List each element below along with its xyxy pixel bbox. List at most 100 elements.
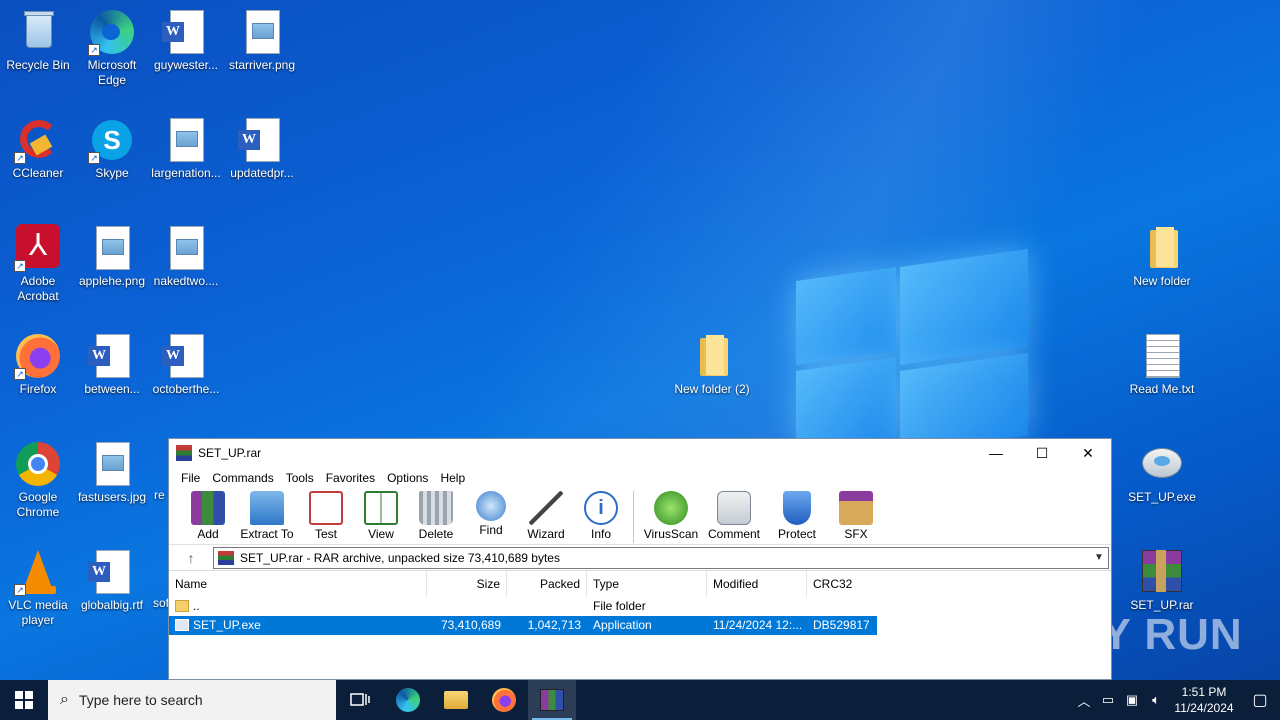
desktop-icon-set-up-rar[interactable]: SET_UP.rar bbox=[1124, 548, 1200, 613]
winrar-window[interactable]: SET_UP.rar — ☐ ✕ File Commands Tools Fav… bbox=[168, 438, 1112, 680]
menu-file[interactable]: File bbox=[175, 471, 206, 485]
minimize-button[interactable]: — bbox=[973, 439, 1019, 467]
firefox-icon: ↗ bbox=[14, 332, 62, 380]
desktop-icon-new-folder[interactable]: New folder bbox=[1124, 224, 1200, 289]
winrar-archive-icon bbox=[1138, 548, 1186, 596]
taskbar-search-box[interactable]: ⌕ Type here to search bbox=[48, 680, 336, 720]
desktop-icon-between-doc[interactable]: W between... bbox=[74, 332, 150, 397]
title-bar[interactable]: SET_UP.rar — ☐ ✕ bbox=[169, 439, 1111, 467]
taskbar-edge[interactable] bbox=[384, 680, 432, 720]
image-file-icon bbox=[162, 224, 210, 272]
system-tray: ︿ ▭ ▣ 🔈︎ 1:51 PM 11/24/2024 ▢ bbox=[1072, 680, 1280, 720]
virusscan-button[interactable]: VirusScan bbox=[640, 489, 702, 541]
taskbar-winrar[interactable] bbox=[528, 680, 576, 720]
close-button[interactable]: ✕ bbox=[1065, 439, 1111, 467]
desktop-icon-fastusers-jpg[interactable]: fastusers.jpg bbox=[74, 440, 150, 505]
info-button[interactable]: i Info bbox=[574, 489, 628, 541]
desktop-icon-read-me-txt[interactable]: Read Me.txt bbox=[1124, 332, 1200, 397]
folder-icon bbox=[1138, 224, 1186, 272]
column-header-name[interactable]: Name bbox=[169, 571, 427, 597]
desktop-icon-ccleaner[interactable]: ↗ CCleaner bbox=[0, 116, 76, 181]
clock-date: 11/24/2024 bbox=[1174, 701, 1234, 715]
search-placeholder: Type here to search bbox=[78, 692, 203, 708]
up-arrow-icon[interactable]: ↑ bbox=[169, 550, 213, 566]
view-button[interactable]: View bbox=[354, 489, 408, 541]
desktop-icon-firefox[interactable]: ↗ Firefox bbox=[0, 332, 76, 397]
winrar-icon bbox=[540, 689, 564, 711]
image-file-icon bbox=[88, 224, 136, 272]
desktop-icon-guywester-doc[interactable]: W guywester... bbox=[148, 8, 224, 73]
edge-icon: ↗ bbox=[88, 8, 136, 56]
taskbar-file-explorer[interactable] bbox=[432, 680, 480, 720]
sfx-button[interactable]: SFX bbox=[829, 489, 883, 541]
desktop-icon-updatedpr[interactable]: W updatedpr... bbox=[224, 116, 300, 181]
desktop-icon-recycle-bin[interactable]: Recycle Bin bbox=[0, 8, 76, 73]
start-button[interactable] bbox=[0, 680, 48, 720]
test-button[interactable]: Test bbox=[299, 489, 353, 541]
volume-icon[interactable]: 🔈︎ bbox=[1144, 692, 1168, 708]
menu-favorites[interactable]: Favorites bbox=[320, 471, 381, 485]
path-dropdown[interactable]: SET_UP.rar - RAR archive, unpacked size … bbox=[213, 546, 1109, 569]
vlc-cone-icon: ↗ bbox=[14, 548, 62, 596]
chevron-down-icon[interactable]: ▼ bbox=[1090, 552, 1108, 563]
chevron-up-icon[interactable]: ︿ bbox=[1072, 691, 1096, 710]
extract-to-button[interactable]: Extract To bbox=[236, 489, 298, 541]
desktop-icon-partial-sof[interactable]: sof bbox=[148, 548, 170, 611]
desktop-icon-microsoft-edge[interactable]: ↗ Microsoft Edge bbox=[74, 8, 150, 88]
file-list-header: Name Size Packed Type Modified CRC32 bbox=[169, 571, 1111, 597]
path-text: SET_UP.rar - RAR archive, unpacked size … bbox=[240, 550, 560, 565]
desktop-icon-largenation[interactable]: largenation... bbox=[148, 116, 224, 181]
word-document-icon: W bbox=[162, 8, 210, 56]
desktop-icon-vlc[interactable]: ↗ VLC media player bbox=[0, 548, 76, 628]
column-header-type[interactable]: Type bbox=[587, 571, 707, 597]
wizard-button[interactable]: Wizard bbox=[519, 489, 573, 541]
test-clipboard-icon bbox=[309, 491, 343, 525]
device-icon[interactable]: ▭ bbox=[1096, 692, 1120, 708]
task-view-button[interactable] bbox=[336, 680, 384, 720]
desktop-icon-applehe-png[interactable]: applehe.png bbox=[74, 224, 150, 289]
desktop-icon-new-folder-2[interactable]: New folder (2) bbox=[674, 332, 750, 397]
folder-icon bbox=[688, 332, 736, 380]
acrobat-icon: ⅄ ↗ bbox=[14, 224, 62, 272]
desktop-icon-google-chrome[interactable]: Google Chrome bbox=[0, 440, 76, 520]
desktop-icon-skype[interactable]: S ↗ Skype bbox=[74, 116, 150, 181]
desktop-icon-octoberthe[interactable]: W octoberthe... bbox=[148, 332, 224, 397]
delete-button[interactable]: Delete bbox=[409, 489, 463, 541]
comment-button[interactable]: Comment bbox=[703, 489, 765, 541]
word-document-icon: W bbox=[88, 548, 136, 596]
maximize-button[interactable]: ☐ bbox=[1019, 439, 1065, 467]
trash-icon bbox=[419, 491, 453, 525]
menu-tools[interactable]: Tools bbox=[280, 471, 320, 485]
desktop-icon-globalbig-rtf[interactable]: W globalbig.rtf bbox=[74, 548, 150, 613]
column-header-crc32[interactable]: CRC32 bbox=[807, 571, 877, 597]
desktop-icon-nakedtwo[interactable]: nakedtwo.... bbox=[148, 224, 224, 289]
find-button[interactable]: Find bbox=[464, 489, 518, 537]
text-file-icon bbox=[1138, 332, 1186, 380]
column-header-packed[interactable]: Packed bbox=[507, 571, 587, 597]
desktop-icon-partial-re[interactable]: re bbox=[148, 440, 170, 503]
protect-button[interactable]: Protect bbox=[766, 489, 828, 541]
table-row[interactable]: .. File folder bbox=[169, 597, 1111, 616]
menu-options[interactable]: Options bbox=[381, 471, 434, 485]
word-document-icon: W bbox=[162, 332, 210, 380]
edge-icon bbox=[396, 688, 420, 712]
clock-time: 1:51 PM bbox=[1181, 685, 1227, 699]
file-list[interactable]: Name Size Packed Type Modified CRC32 .. … bbox=[169, 571, 1111, 659]
taskbar-firefox[interactable] bbox=[480, 680, 528, 720]
notification-icon[interactable]: ▢ bbox=[1240, 690, 1280, 710]
desktop-icon-starriver-png[interactable]: starriver.png bbox=[224, 8, 300, 73]
table-row-selected[interactable]: SET_UP.exe 73,410,689 1,042,713 Applicat… bbox=[169, 616, 877, 635]
desktop-icon-set-up-exe[interactable]: SET_UP.exe bbox=[1124, 440, 1200, 505]
add-button[interactable]: Add bbox=[181, 489, 235, 541]
menu-help[interactable]: Help bbox=[434, 471, 471, 485]
clock[interactable]: 1:51 PM 11/24/2024 bbox=[1168, 684, 1240, 716]
column-header-size[interactable]: Size bbox=[427, 571, 507, 597]
menu-commands[interactable]: Commands bbox=[206, 471, 279, 485]
comment-bubble-icon bbox=[717, 491, 751, 525]
column-header-modified[interactable]: Modified bbox=[707, 571, 807, 597]
toolbar-separator bbox=[633, 491, 634, 543]
chrome-icon bbox=[14, 440, 62, 488]
shield-icon bbox=[783, 491, 811, 525]
desktop-icon-adobe-acrobat[interactable]: ⅄ ↗ Adobe Acrobat bbox=[0, 224, 76, 304]
network-icon[interactable]: ▣ bbox=[1120, 692, 1144, 708]
